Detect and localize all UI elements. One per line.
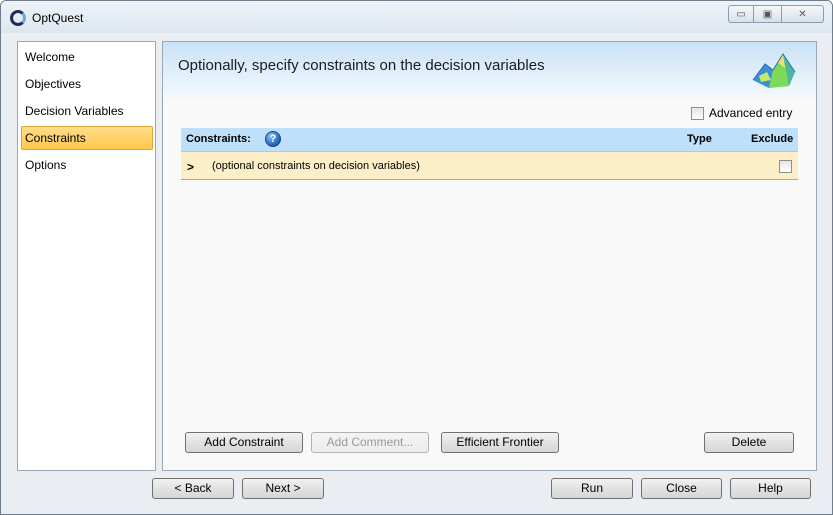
minimize-button[interactable]: ▭ — [728, 5, 754, 23]
window-title: OptQuest — [32, 11, 84, 25]
back-button[interactable]: < Back — [152, 478, 234, 499]
table-row[interactable]: > (optional constraints on decision vari… — [181, 152, 798, 180]
nav-item-objectives[interactable]: Objectives — [21, 72, 153, 96]
optquest-surface-logo-icon — [752, 53, 796, 88]
maximize-button[interactable]: ▣ — [754, 5, 782, 23]
nav-item-label: Objectives — [25, 77, 82, 91]
title-bar: OptQuest ▭ ▣ ✕ — [1, 1, 832, 33]
efficient-frontier-button[interactable]: Efficient Frontier — [441, 432, 559, 453]
delete-button[interactable]: Delete — [704, 432, 794, 453]
advanced-entry-checkbox[interactable] — [691, 106, 704, 120]
maximize-icon: ▣ — [762, 8, 773, 20]
nav-item-decision-variables[interactable]: Decision Variables — [21, 99, 153, 123]
column-header-exclude: Exclude — [751, 133, 794, 145]
run-button[interactable]: Run — [551, 478, 633, 499]
nav-item-constraints[interactable]: Constraints — [21, 126, 153, 150]
constraints-table-header: Constraints: ? Type Exclude — [181, 128, 798, 152]
main-panel: Optionally, specify constraints on the d… — [162, 41, 817, 471]
column-header-constraints: Constraints: — [186, 133, 251, 145]
constraint-placeholder-text[interactable]: (optional constraints on decision variab… — [212, 160, 420, 172]
wizard-nav: Welcome Objectives Decision Variables Co… — [17, 41, 156, 471]
nav-item-label: Constraints — [25, 131, 86, 145]
add-comment-button[interactable]: Add Comment... — [311, 432, 429, 453]
optquest-app-icon — [10, 10, 26, 26]
minimize-icon: ▭ — [736, 8, 746, 20]
column-header-type: Type — [687, 133, 712, 145]
content-frame: Welcome Objectives Decision Variables Co… — [1, 33, 832, 514]
nav-item-options[interactable]: Options — [21, 153, 153, 177]
help-icon[interactable]: ? — [265, 131, 281, 147]
page-title: Optionally, specify constraints on the d… — [178, 57, 545, 74]
row-marker: > — [187, 160, 195, 174]
help-button[interactable]: Help — [730, 478, 811, 499]
add-constraint-button[interactable]: Add Constraint — [185, 432, 303, 453]
close-icon: ✕ — [798, 8, 807, 20]
nav-item-label: Options — [25, 158, 67, 172]
nav-item-label: Welcome — [25, 50, 75, 64]
next-button[interactable]: Next > — [242, 478, 324, 499]
optquest-window: OptQuest ▭ ▣ ✕ Welcome Objectives Decisi… — [0, 0, 833, 515]
nav-item-label: Decision Variables — [25, 104, 124, 118]
advanced-entry-toggle[interactable]: Advanced entry — [691, 106, 792, 120]
nav-item-welcome[interactable]: Welcome — [21, 45, 153, 69]
exclude-checkbox[interactable] — [779, 160, 792, 173]
close-button[interactable]: Close — [641, 478, 722, 499]
close-window-button[interactable]: ✕ — [782, 5, 824, 23]
advanced-entry-label: Advanced entry — [709, 106, 793, 120]
panel-header: Optionally, specify constraints on the d… — [163, 42, 816, 100]
window-controls: ▭ ▣ ✕ — [728, 5, 824, 23]
